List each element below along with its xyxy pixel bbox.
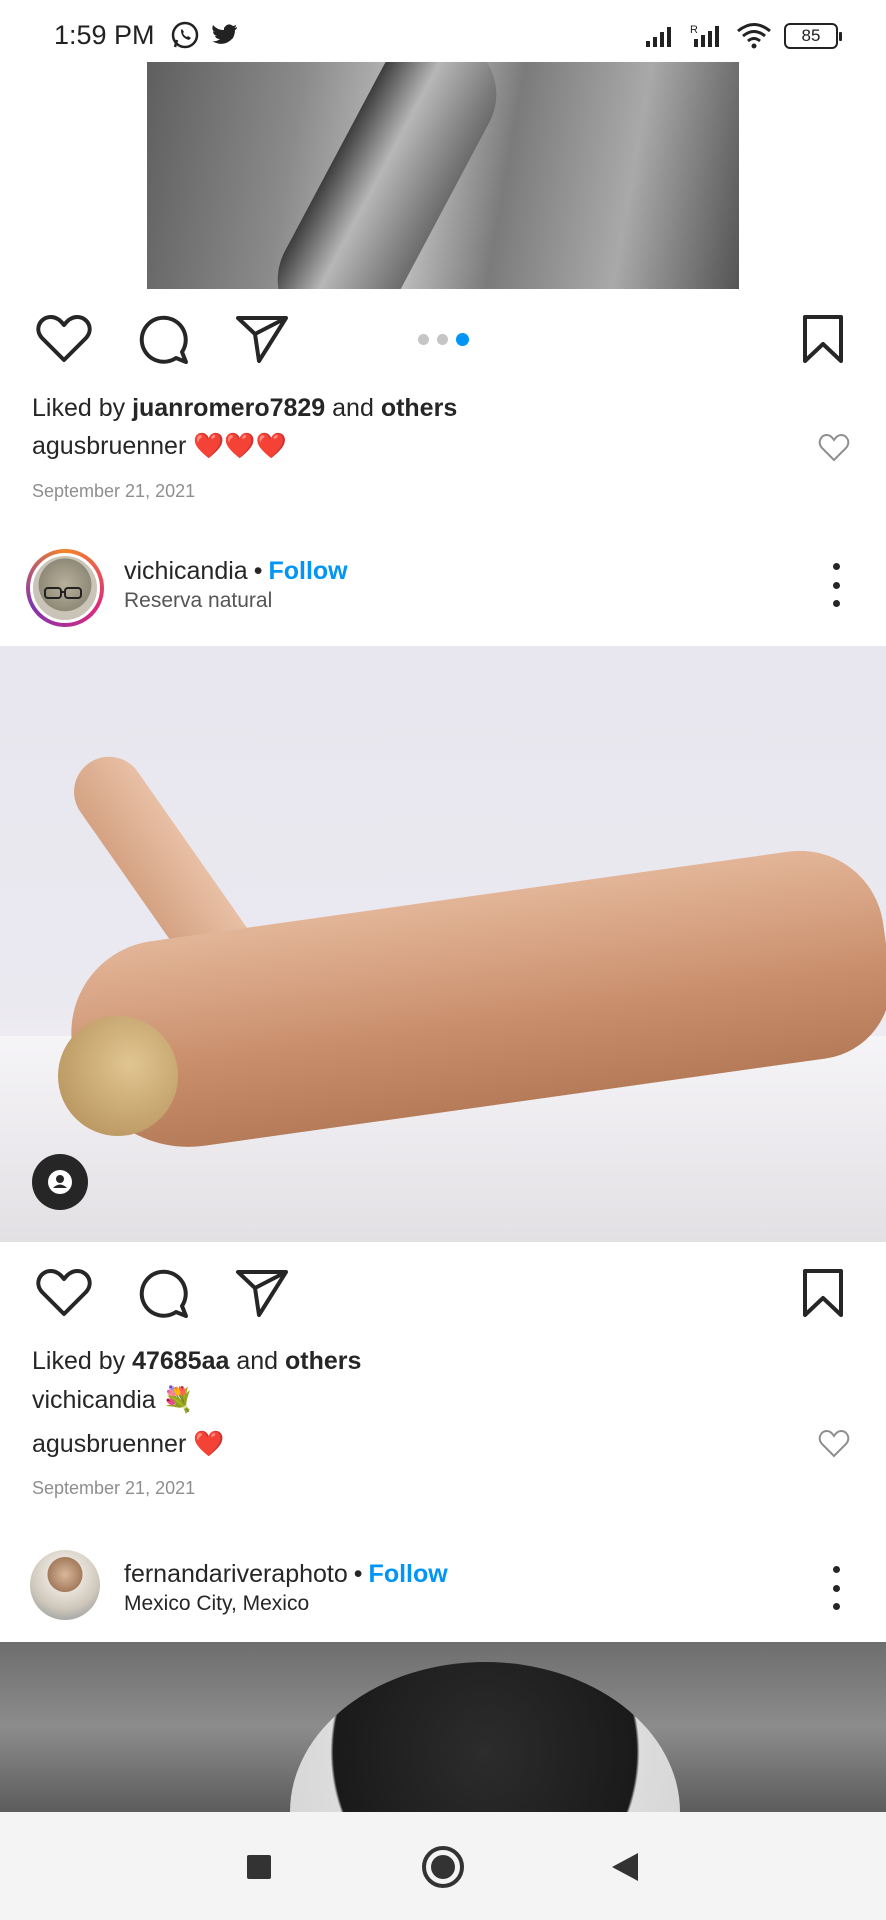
post-username[interactable]: vichicandia	[124, 557, 248, 585]
send-icon	[236, 316, 288, 363]
carousel-indicator	[418, 333, 469, 346]
system-navigation-bar	[0, 1812, 886, 1920]
save-button[interactable]	[793, 309, 853, 369]
comment-text: ❤️❤️❤️	[193, 432, 287, 460]
share-button[interactable]	[232, 1263, 292, 1323]
recents-button[interactable]	[234, 1842, 284, 1892]
post-location[interactable]: Mexico City, Mexico	[124, 1592, 309, 1616]
post-actions	[0, 1263, 886, 1333]
caption-text: 💐	[162, 1386, 194, 1414]
comment-like-heart-icon[interactable]	[818, 432, 850, 464]
like-button[interactable]	[34, 309, 94, 369]
liked-by-line: Liked by juanromero7829 and others	[32, 394, 458, 422]
comment-line: agusbruenner ❤️	[32, 1430, 224, 1459]
user-tag-icon	[48, 1170, 72, 1194]
avatar[interactable]	[26, 549, 104, 627]
whatsapp-icon	[171, 21, 199, 49]
post-media-image[interactable]	[0, 646, 886, 1242]
battery-indicator: 85	[784, 23, 842, 49]
comment-icon	[139, 315, 188, 364]
more-options-button[interactable]	[826, 1566, 846, 1610]
comment-like-heart-icon[interactable]	[818, 1428, 850, 1460]
liked-by-user[interactable]: 47685aa	[132, 1347, 229, 1375]
signal-roaming-icon: R	[690, 24, 719, 47]
status-bar: 1:59 PM R 85	[0, 0, 886, 62]
follow-button[interactable]: Follow	[268, 557, 347, 585]
signal-icon	[646, 27, 671, 47]
back-triangle-icon	[612, 1853, 638, 1881]
liked-by-others[interactable]: others	[285, 1347, 361, 1375]
wifi-icon	[737, 23, 771, 49]
share-button[interactable]	[232, 309, 292, 369]
carousel-dot-active	[456, 333, 469, 346]
carousel-dot	[437, 334, 448, 345]
comment-username[interactable]: agusbruenner	[32, 432, 186, 460]
liked-by-others[interactable]: others	[381, 394, 457, 422]
carousel-dot	[418, 334, 429, 345]
home-button[interactable]	[418, 1842, 468, 1892]
square-icon	[247, 1855, 271, 1879]
battery-level: 85	[801, 26, 821, 45]
post-username[interactable]: fernandariveraphoto	[124, 1560, 348, 1588]
comment-button[interactable]	[133, 1263, 193, 1323]
comment-line: agusbruenner ❤️❤️❤️	[32, 432, 287, 461]
post-media-image[interactable]	[147, 62, 739, 289]
tagged-users-button[interactable]	[32, 1154, 88, 1210]
home-circle-icon	[422, 1846, 464, 1888]
bookmark-icon	[803, 315, 843, 363]
bookmark-icon	[803, 1269, 843, 1317]
post-location[interactable]: Reserva natural	[124, 589, 272, 613]
heart-icon	[36, 315, 92, 362]
post-date: September 21, 2021	[32, 481, 196, 501]
comment-button[interactable]	[133, 309, 193, 369]
post-media-image[interactable]	[0, 1642, 886, 1812]
caption-username[interactable]: vichicandia	[32, 1386, 156, 1414]
post-header: fernandariveraphoto • Follow Mexico City, …	[0, 1548, 886, 1638]
status-time: 1:59 PM	[54, 20, 155, 50]
more-options-button[interactable]	[826, 563, 846, 607]
post-date: September 21, 2021	[32, 1478, 196, 1498]
back-button[interactable]	[600, 1842, 650, 1892]
liked-by-user[interactable]: juanromero7829	[132, 394, 325, 422]
comment-icon	[139, 1269, 188, 1318]
caption-line: vichicandia 💐	[32, 1386, 194, 1415]
avatar[interactable]	[30, 1550, 100, 1620]
save-button[interactable]	[793, 1263, 853, 1323]
avatar-glasses-icon	[44, 587, 82, 599]
send-icon	[236, 1270, 288, 1317]
follow-button[interactable]: Follow	[369, 1560, 448, 1588]
svg-text:R: R	[690, 24, 698, 36]
comment-username[interactable]: agusbruenner	[32, 1430, 186, 1458]
heart-icon	[36, 1269, 92, 1316]
liked-by-line: Liked by 47685aa and others	[32, 1347, 362, 1375]
post-header: vichicandia • Follow Reserva natural	[0, 545, 886, 635]
like-button[interactable]	[34, 1263, 94, 1323]
post-actions	[0, 309, 886, 379]
comment-text: ❤️	[193, 1430, 225, 1458]
twitter-icon	[212, 24, 237, 44]
